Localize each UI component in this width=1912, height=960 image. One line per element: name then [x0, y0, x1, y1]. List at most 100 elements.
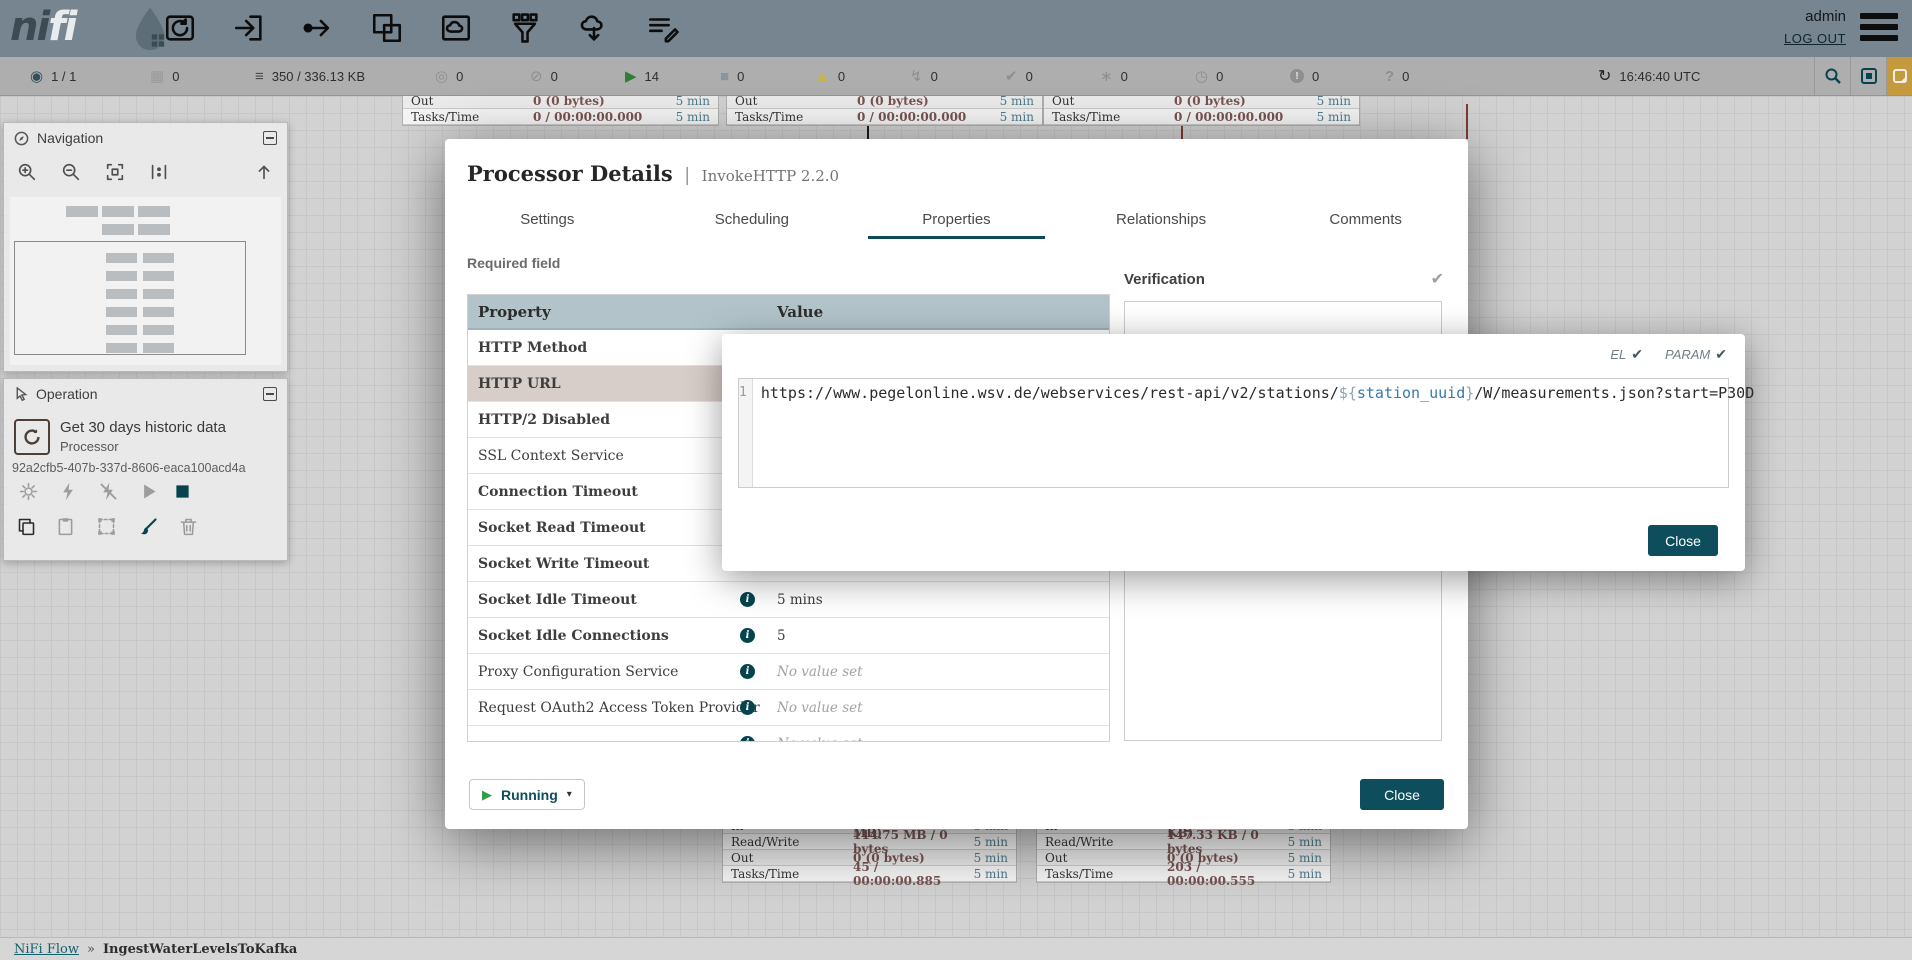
- stat-value: 0 / 00:00:00.000: [857, 110, 982, 124]
- property-row[interactable]: iNo value set: [468, 726, 1109, 742]
- funnel-icon[interactable]: [505, 8, 545, 48]
- trash-icon[interactable]: [176, 514, 200, 538]
- property-value: 5: [769, 628, 1109, 644]
- processor-stats-block: Out0 (0 bytes)5 minTasks/Time0 / 00:00:0…: [402, 96, 719, 126]
- lightning-icon[interactable]: [56, 479, 80, 503]
- status-bar: ◉1 / 1▦0≡350 / 336.13 KB◎0⊘0▶14■0▲0↯0✔0∗…: [0, 57, 1912, 96]
- component-toolbar: [160, 8, 683, 48]
- processor-stats-block: Out0 (0 bytes)5 minTasks/Time0 / 00:00:0…: [726, 96, 1043, 126]
- column-header-value: Value: [769, 303, 1109, 321]
- stale-icon: ◷: [1195, 69, 1208, 84]
- up-to-date-icon: ✔: [1005, 69, 1018, 84]
- status-count: 0: [456, 69, 463, 84]
- gear-icon[interactable]: [16, 479, 40, 503]
- property-row[interactable]: Socket Idle Connectionsi5: [468, 618, 1109, 654]
- value-text[interactable]: https://www.pegelonline.wsv.de/webservic…: [753, 379, 1762, 487]
- property-name: Socket Write Timeout: [478, 556, 649, 572]
- property-row[interactable]: Proxy Configuration ServiceiNo value set: [468, 654, 1109, 690]
- label-icon[interactable]: [643, 8, 683, 48]
- pointer-icon: [14, 387, 28, 402]
- process-group-icon[interactable]: [367, 8, 407, 48]
- stat-label: Out: [1052, 96, 1174, 108]
- stat-row: Read/Write147.33 KB / 0 bytes5 min: [1037, 834, 1330, 850]
- queued-icon: ≡: [255, 69, 264, 84]
- copy-icon[interactable]: [14, 514, 38, 538]
- canvas-palette-icon[interactable]: [1886, 57, 1912, 95]
- status-item: ≡350 / 336.13 KB: [255, 69, 435, 84]
- stat-value: 45 / 00:00:00.885: [853, 860, 956, 888]
- stat-label: Tasks/Time: [1052, 110, 1174, 124]
- tab-properties[interactable]: Properties: [854, 199, 1059, 239]
- processor-icon[interactable]: [160, 8, 200, 48]
- minimap-node: [106, 343, 137, 353]
- actual-size-icon[interactable]: [148, 161, 170, 183]
- stop-icon[interactable]: [170, 479, 194, 503]
- status-item: ∗0: [1100, 69, 1195, 84]
- status-item: ◎0: [435, 69, 530, 84]
- zoom-out-icon[interactable]: [60, 161, 82, 183]
- line-number: 1: [739, 379, 753, 487]
- info-icon[interactable]: i: [740, 736, 755, 742]
- logout-link[interactable]: LOG OUT: [1784, 31, 1846, 46]
- output-port-icon[interactable]: [298, 8, 338, 48]
- info-icon[interactable]: i: [740, 664, 755, 679]
- locally-modified-icon: ∗: [1100, 69, 1113, 84]
- input-port-icon[interactable]: [229, 8, 269, 48]
- collapse-navigation-icon[interactable]: [263, 131, 277, 145]
- info-icon[interactable]: i: [740, 700, 755, 715]
- property-name: SSL Context Service: [478, 448, 624, 464]
- breadcrumb-separator: »: [87, 942, 95, 957]
- processor-badge-icon: [14, 419, 50, 455]
- remote-process-group-icon[interactable]: [436, 8, 476, 48]
- connection-line: [1466, 104, 1468, 139]
- dialog-close-button[interactable]: Close: [1360, 779, 1444, 810]
- info-icon[interactable]: i: [740, 628, 755, 643]
- refresh-icon[interactable]: ↻: [1598, 66, 1611, 86]
- minimap[interactable]: [10, 197, 281, 365]
- group-box-icon[interactable]: [1850, 57, 1886, 95]
- property-row[interactable]: Request OAuth2 Access Token ProvideriNo …: [468, 690, 1109, 726]
- status-item: ?0: [1385, 69, 1445, 84]
- status-count: 14: [645, 69, 659, 84]
- status-item: ◷0: [1195, 69, 1290, 84]
- status-item: ↯0: [910, 69, 1005, 84]
- play-icon[interactable]: [136, 479, 160, 503]
- search-icon[interactable]: [1814, 57, 1850, 95]
- minimap-node: [66, 206, 98, 217]
- tab-comments[interactable]: Comments: [1263, 199, 1468, 239]
- zoom-in-icon[interactable]: [16, 161, 38, 183]
- status-count: 0: [931, 69, 938, 84]
- lightning-off-icon[interactable]: [96, 479, 120, 503]
- breadcrumb-root-link[interactable]: NiFi Flow: [14, 942, 79, 957]
- stat-value: 0 / 00:00:00.000: [533, 110, 658, 124]
- value-code-editor[interactable]: 1 https://www.pegelonline.wsv.de/webserv…: [738, 378, 1729, 488]
- status-item: ◉1 / 1: [30, 69, 150, 84]
- global-menu-icon[interactable]: [1860, 13, 1898, 46]
- run-state-button[interactable]: ▶ Running ▾: [469, 779, 585, 810]
- editor-close-button[interactable]: Close: [1648, 525, 1718, 556]
- brush-icon[interactable]: [136, 514, 160, 538]
- tab-scheduling[interactable]: Scheduling: [650, 199, 855, 239]
- up-arrow-icon[interactable]: [253, 161, 275, 183]
- tab-relationships[interactable]: Relationships: [1059, 199, 1264, 239]
- el-supported-badge: EL✔: [1610, 346, 1643, 363]
- template-icon[interactable]: [574, 8, 614, 48]
- paste-icon[interactable]: [53, 514, 77, 538]
- status-count: 0: [838, 69, 845, 84]
- verification-check-icon[interactable]: ✔: [1431, 269, 1444, 289]
- dialog-tabs: SettingsSchedulingPropertiesRelationship…: [445, 199, 1468, 239]
- collapse-operation-icon[interactable]: [263, 387, 277, 401]
- minimap-node: [106, 253, 137, 263]
- stat-row: Tasks/Time203 / 00:00:00.5555 min: [1037, 866, 1330, 882]
- group-icon[interactable]: [94, 514, 118, 538]
- info-icon[interactable]: i: [740, 592, 755, 607]
- column-header-property: Property: [468, 303, 769, 321]
- minimap-node: [138, 224, 170, 235]
- property-name: Request OAuth2 Access Token Provider: [478, 700, 760, 716]
- property-name: Socket Read Timeout: [478, 520, 646, 536]
- tab-settings[interactable]: Settings: [445, 199, 650, 239]
- stat-row: Tasks/Time0 / 00:00:00.0005 min: [403, 109, 718, 125]
- stat-value: 0 (0 bytes): [1174, 96, 1299, 108]
- property-row[interactable]: Socket Idle Timeouti5 mins: [468, 582, 1109, 618]
- fit-icon[interactable]: [104, 161, 126, 183]
